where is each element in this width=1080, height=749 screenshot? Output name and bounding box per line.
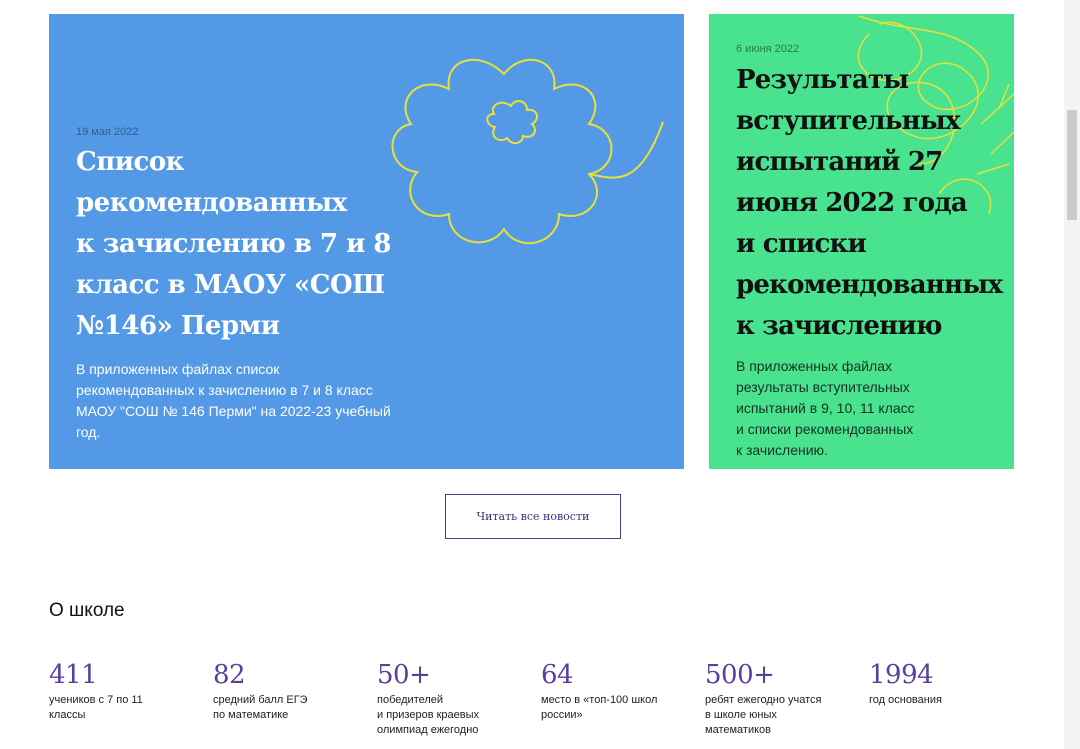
stat-label: место в «топ-100 школ россии» [541,694,658,721]
news-title[interactable]: Результаты вступительных испытаний 27 ию… [736,60,1014,347]
stat-value: 82 [213,660,246,690]
stat-label: победителей и призеров краевых олимпиад … [377,694,480,736]
stat-item: 64 место в «топ-100 школ россии» [541,660,691,723]
stat-value: 411 [49,660,98,690]
stat-label: средний балл ЕГЭ по математике [213,694,308,721]
about-heading: О школе [49,600,125,621]
stat-value: 500+ [705,660,775,690]
news-date: 19 мая 2022 [76,126,139,138]
stat-label: ребят ежегодно учатся в школе юных матем… [705,694,822,736]
stat-value: 1994 [869,660,934,690]
read-all-news-button[interactable]: Читать все новости [445,494,621,539]
stat-label: учеников с 7 по 11 классы [49,694,143,721]
news-date: 6 июня 2022 [736,43,800,55]
news-description: В приложенных файлах результаты вступите… [736,358,915,458]
stat-label: год основания [869,694,942,706]
news-card-1[interactable]: 19 мая 2022 Список рекомендованных к зач… [49,14,684,469]
stat-item: 411 учеников с 7 по 11 классы [49,660,199,723]
news-card-2[interactable]: 6 июня 2022 Результаты вступительных исп… [709,14,1014,469]
stat-item: 82 средний балл ЕГЭ по математике [213,660,363,723]
scrollbar-thumb[interactable] [1067,110,1077,220]
stat-value: 64 [541,660,574,690]
stat-item: 50+ победителей и призеров краевых олимп… [377,660,527,738]
news-title[interactable]: Список рекомендованных к зачислению в 7 … [76,142,466,347]
news-description: В приложенных файлах список рекомендован… [76,361,391,440]
stat-item: 1994 год основания [869,660,1019,708]
stat-item: 500+ ребят ежегодно учатся в школе юных … [705,660,855,738]
stat-value: 50+ [377,660,431,690]
